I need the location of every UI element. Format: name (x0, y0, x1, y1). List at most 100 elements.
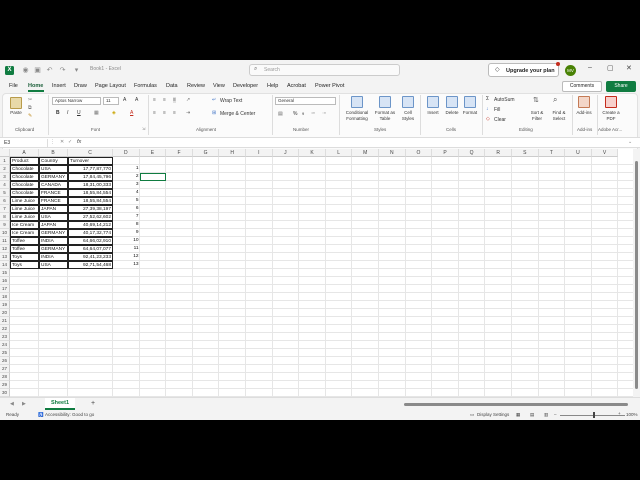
zoom-out-icon[interactable]: – (554, 412, 557, 417)
row-header[interactable]: 24 (0, 341, 10, 349)
row-header[interactable]: 7 (0, 205, 10, 213)
row-header[interactable]: 9 (0, 221, 10, 229)
format-cells-button[interactable]: Format (460, 110, 480, 116)
autosum-button[interactable]: AutoSum (494, 97, 515, 103)
table-cell[interactable]: 27,52,62,602 (68, 213, 113, 221)
align-center-icon[interactable]: ≡ (163, 110, 166, 116)
normal-view-icon[interactable]: ▦ (516, 412, 520, 418)
font-name-select[interactable]: Aptos Narrow (52, 97, 101, 105)
row-header[interactable]: 30 (0, 389, 10, 397)
comma-style-icon[interactable]: 9 (302, 111, 304, 116)
italic-icon[interactable]: I (67, 110, 68, 116)
table-cell[interactable]: 17,84,45,796 (68, 173, 113, 181)
table-cell[interactable]: GERMANY (39, 245, 68, 253)
row-header[interactable]: 2 (0, 165, 10, 173)
merge-center-button[interactable]: Merge & Center (220, 111, 255, 117)
decrease-font-icon[interactable]: A (135, 97, 138, 103)
column-header-o[interactable]: O (405, 149, 433, 157)
row-header[interactable]: 11 (0, 237, 10, 245)
table-cell[interactable]: JAPAN (39, 205, 68, 213)
table-cell[interactable]: INDIA (39, 237, 68, 245)
vertical-scroll-thumb[interactable] (635, 161, 638, 389)
tab-home[interactable]: Home (28, 83, 43, 89)
table-cell[interactable]: 10 (113, 237, 140, 245)
fill-color-icon[interactable]: ◈ (112, 110, 116, 116)
column-header-k[interactable]: K (299, 149, 326, 157)
table-cell[interactable]: 92,71,54,468 (68, 261, 113, 269)
tab-developer[interactable]: Developer (233, 83, 258, 89)
row-header[interactable]: 23 (0, 333, 10, 341)
table-cell[interactable]: 6 (113, 205, 140, 213)
table-cell[interactable]: Chocolate (10, 173, 39, 181)
tab-draw[interactable]: Draw (74, 83, 87, 89)
row-header[interactable]: 22 (0, 325, 10, 333)
table-cell[interactable]: GERMANY (39, 229, 68, 237)
underline-icon[interactable]: U (77, 110, 81, 116)
column-header-s[interactable]: S (512, 149, 539, 157)
tab-insert[interactable]: Insert (52, 83, 66, 89)
fill-button[interactable]: Fill (494, 107, 500, 113)
table-cell[interactable]: 9 (113, 229, 140, 237)
align-bottom-icon[interactable]: ≡ (173, 97, 176, 103)
add-ins-button[interactable]: Add-ins (574, 110, 594, 116)
find-select-button[interactable]: Find & Select (548, 110, 570, 121)
zoom-in-icon[interactable]: + (618, 411, 621, 416)
tab-view[interactable]: View (213, 83, 225, 89)
tab-help[interactable]: Help (267, 83, 278, 89)
customize-toolbar-icon[interactable]: ▾ (72, 66, 81, 75)
decrease-decimal-icon[interactable]: ⁻⁰ (322, 111, 326, 116)
row-header[interactable]: 8 (0, 213, 10, 221)
row-header[interactable]: 5 (0, 189, 10, 197)
table-cell[interactable]: Toys (10, 253, 39, 261)
sort-filter-button[interactable]: Sort & Filter (526, 110, 548, 121)
copy-icon[interactable]: ⧉ (28, 105, 32, 111)
table-cell[interactable]: 17,77,87,770 (68, 165, 113, 173)
selected-cell[interactable] (139, 173, 167, 181)
table-cell[interactable]: 64,66,02,910 (68, 237, 113, 245)
table-cell[interactable]: Turnover (68, 157, 113, 165)
table-cell[interactable]: 2 (113, 173, 140, 181)
vertical-scrollbar[interactable] (633, 149, 640, 397)
table-cell[interactable]: 11 (113, 245, 140, 253)
accessibility-icon[interactable]: ♿ (38, 412, 44, 418)
name-box[interactable]: E3 (4, 139, 48, 147)
row-header[interactable]: 28 (0, 373, 10, 381)
insert-cells-icon[interactable] (427, 96, 439, 108)
comments-button[interactable]: Comments (562, 81, 602, 92)
table-cell[interactable]: Ice Cream (10, 229, 39, 237)
row-header[interactable]: 27 (0, 365, 10, 373)
table-cell[interactable]: 40,17,32,774 (68, 229, 113, 237)
table-cell[interactable]: Chocolate (10, 181, 39, 189)
clear-button[interactable]: Clear (494, 117, 506, 123)
column-header-i[interactable]: I (246, 149, 273, 157)
currency-icon[interactable]: ▤ (278, 111, 283, 117)
cut-icon[interactable]: ✂ (28, 97, 32, 103)
delete-cells-button[interactable]: Delete (443, 110, 461, 116)
row-header[interactable]: 12 (0, 245, 10, 253)
row-header[interactable]: 16 (0, 277, 10, 285)
table-cell[interactable]: Chocolate (10, 189, 39, 197)
table-cell[interactable]: Product (10, 157, 39, 165)
cancel-entry-icon[interactable]: ✕ (60, 139, 64, 145)
save-icon[interactable]: ▣ (33, 66, 42, 75)
zoom-slider-handle[interactable] (593, 412, 595, 418)
table-cell[interactable]: 13 (113, 261, 140, 269)
row-header[interactable]: 20 (0, 309, 10, 317)
row-header[interactable]: 19 (0, 301, 10, 309)
row-header[interactable]: 26 (0, 357, 10, 365)
column-header-a[interactable]: A (10, 149, 39, 157)
confirm-entry-icon[interactable]: ✓ (68, 139, 72, 145)
row-header[interactable]: 25 (0, 349, 10, 357)
row-header[interactable]: 17 (0, 285, 10, 293)
table-cell[interactable]: Lime Juice (10, 213, 39, 221)
name-box-dropdown-icon[interactable]: ⋮ (50, 139, 55, 145)
fill-icon[interactable]: ↓ (486, 106, 489, 112)
table-cell[interactable]: FRANCE (39, 197, 68, 205)
tab-review[interactable]: Review (187, 83, 205, 89)
table-cell[interactable]: Ice Cream (10, 221, 39, 229)
horizontal-scrollbar[interactable] (396, 402, 632, 406)
table-cell[interactable]: 18,31,00,333 (68, 181, 113, 189)
insert-function-icon[interactable]: fx (77, 139, 81, 145)
next-sheet-icon[interactable]: ▶ (22, 401, 26, 407)
column-header-m[interactable]: M (352, 149, 379, 157)
